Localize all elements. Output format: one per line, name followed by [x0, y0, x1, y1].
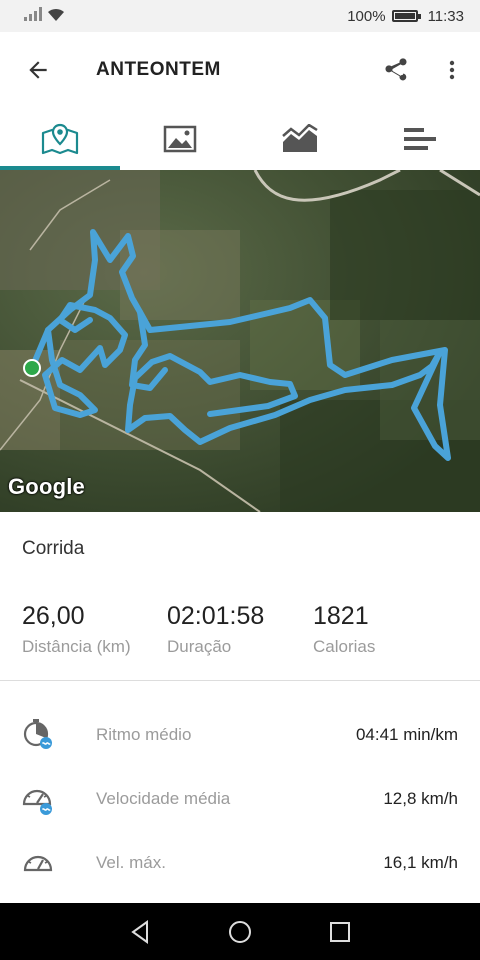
pace-icon	[20, 717, 56, 753]
start-marker	[23, 359, 41, 377]
page-title: ANTEONTEM	[96, 59, 221, 80]
speedometer-max-icon	[20, 845, 56, 881]
back-button[interactable]	[0, 32, 76, 108]
satellite-map-image	[0, 170, 480, 512]
speedometer-icon	[20, 781, 56, 817]
clock: 11:33	[427, 7, 464, 25]
metric-row-pace: Ritmo médio 04:41 min/km	[0, 703, 480, 767]
activity-type: Corrida	[22, 538, 85, 559]
more-options-button[interactable]	[424, 32, 480, 108]
bars-icon	[404, 128, 436, 150]
stat-value: 26,00	[22, 602, 85, 630]
map-icon	[41, 123, 79, 155]
tab-charts[interactable]	[240, 108, 360, 170]
metric-name: Vel. máx.	[96, 853, 166, 872]
battery-icon	[391, 10, 421, 22]
status-bar: 100% 11:33	[0, 0, 480, 32]
tab-map[interactable]	[0, 108, 120, 170]
stat-distance: 26,00 Distância (km)	[22, 602, 131, 657]
more-vert-icon	[449, 60, 455, 80]
signal-icon	[24, 7, 42, 25]
chart-icon	[282, 124, 318, 152]
app-bar: ANTEONTEM	[0, 32, 480, 108]
stat-label: Duração	[167, 637, 232, 656]
wifi-icon	[46, 7, 66, 26]
stat-duration: 02:01:58 Duração	[167, 602, 264, 657]
google-attribution: Google	[8, 474, 85, 499]
metric-name: Ritmo médio	[96, 725, 192, 744]
tab-bar	[0, 108, 480, 170]
triangle-back-icon	[131, 919, 148, 944]
tab-laps[interactable]	[360, 108, 480, 170]
stat-calories: 1821 Calorias	[313, 602, 375, 657]
stat-value: 02:01:58	[167, 602, 265, 630]
metric-row-avg-speed: Velocidade média 12,8 km/h	[0, 767, 480, 831]
system-nav-bar	[0, 903, 480, 960]
metric-row-max-speed: Vel. máx. 16,1 km/h	[0, 831, 480, 895]
metric-value: 04:41 min/km	[355, 725, 458, 744]
stat-label: Calorias	[313, 637, 376, 656]
stat-label: Distância (km)	[22, 637, 131, 656]
share-button[interactable]	[368, 32, 424, 108]
share-icon	[385, 58, 407, 81]
circle-home-icon	[229, 920, 251, 943]
nav-recents-button[interactable]	[320, 912, 360, 952]
divider	[0, 680, 480, 681]
square-recents-icon	[330, 921, 350, 942]
battery-percent: 100%	[347, 7, 386, 25]
nav-home-button[interactable]	[220, 912, 260, 952]
arrow-left-icon	[29, 61, 47, 79]
route-map[interactable]: Google	[0, 170, 480, 512]
nav-back-button[interactable]	[120, 912, 160, 952]
metric-name: Velocidade média	[96, 789, 231, 808]
metric-value: 12,8 km/h	[383, 789, 458, 808]
metric-value: 16,1 km/h	[383, 853, 458, 872]
stat-value: 1821	[313, 602, 369, 630]
tab-photos[interactable]	[120, 108, 240, 170]
image-icon	[163, 125, 197, 153]
